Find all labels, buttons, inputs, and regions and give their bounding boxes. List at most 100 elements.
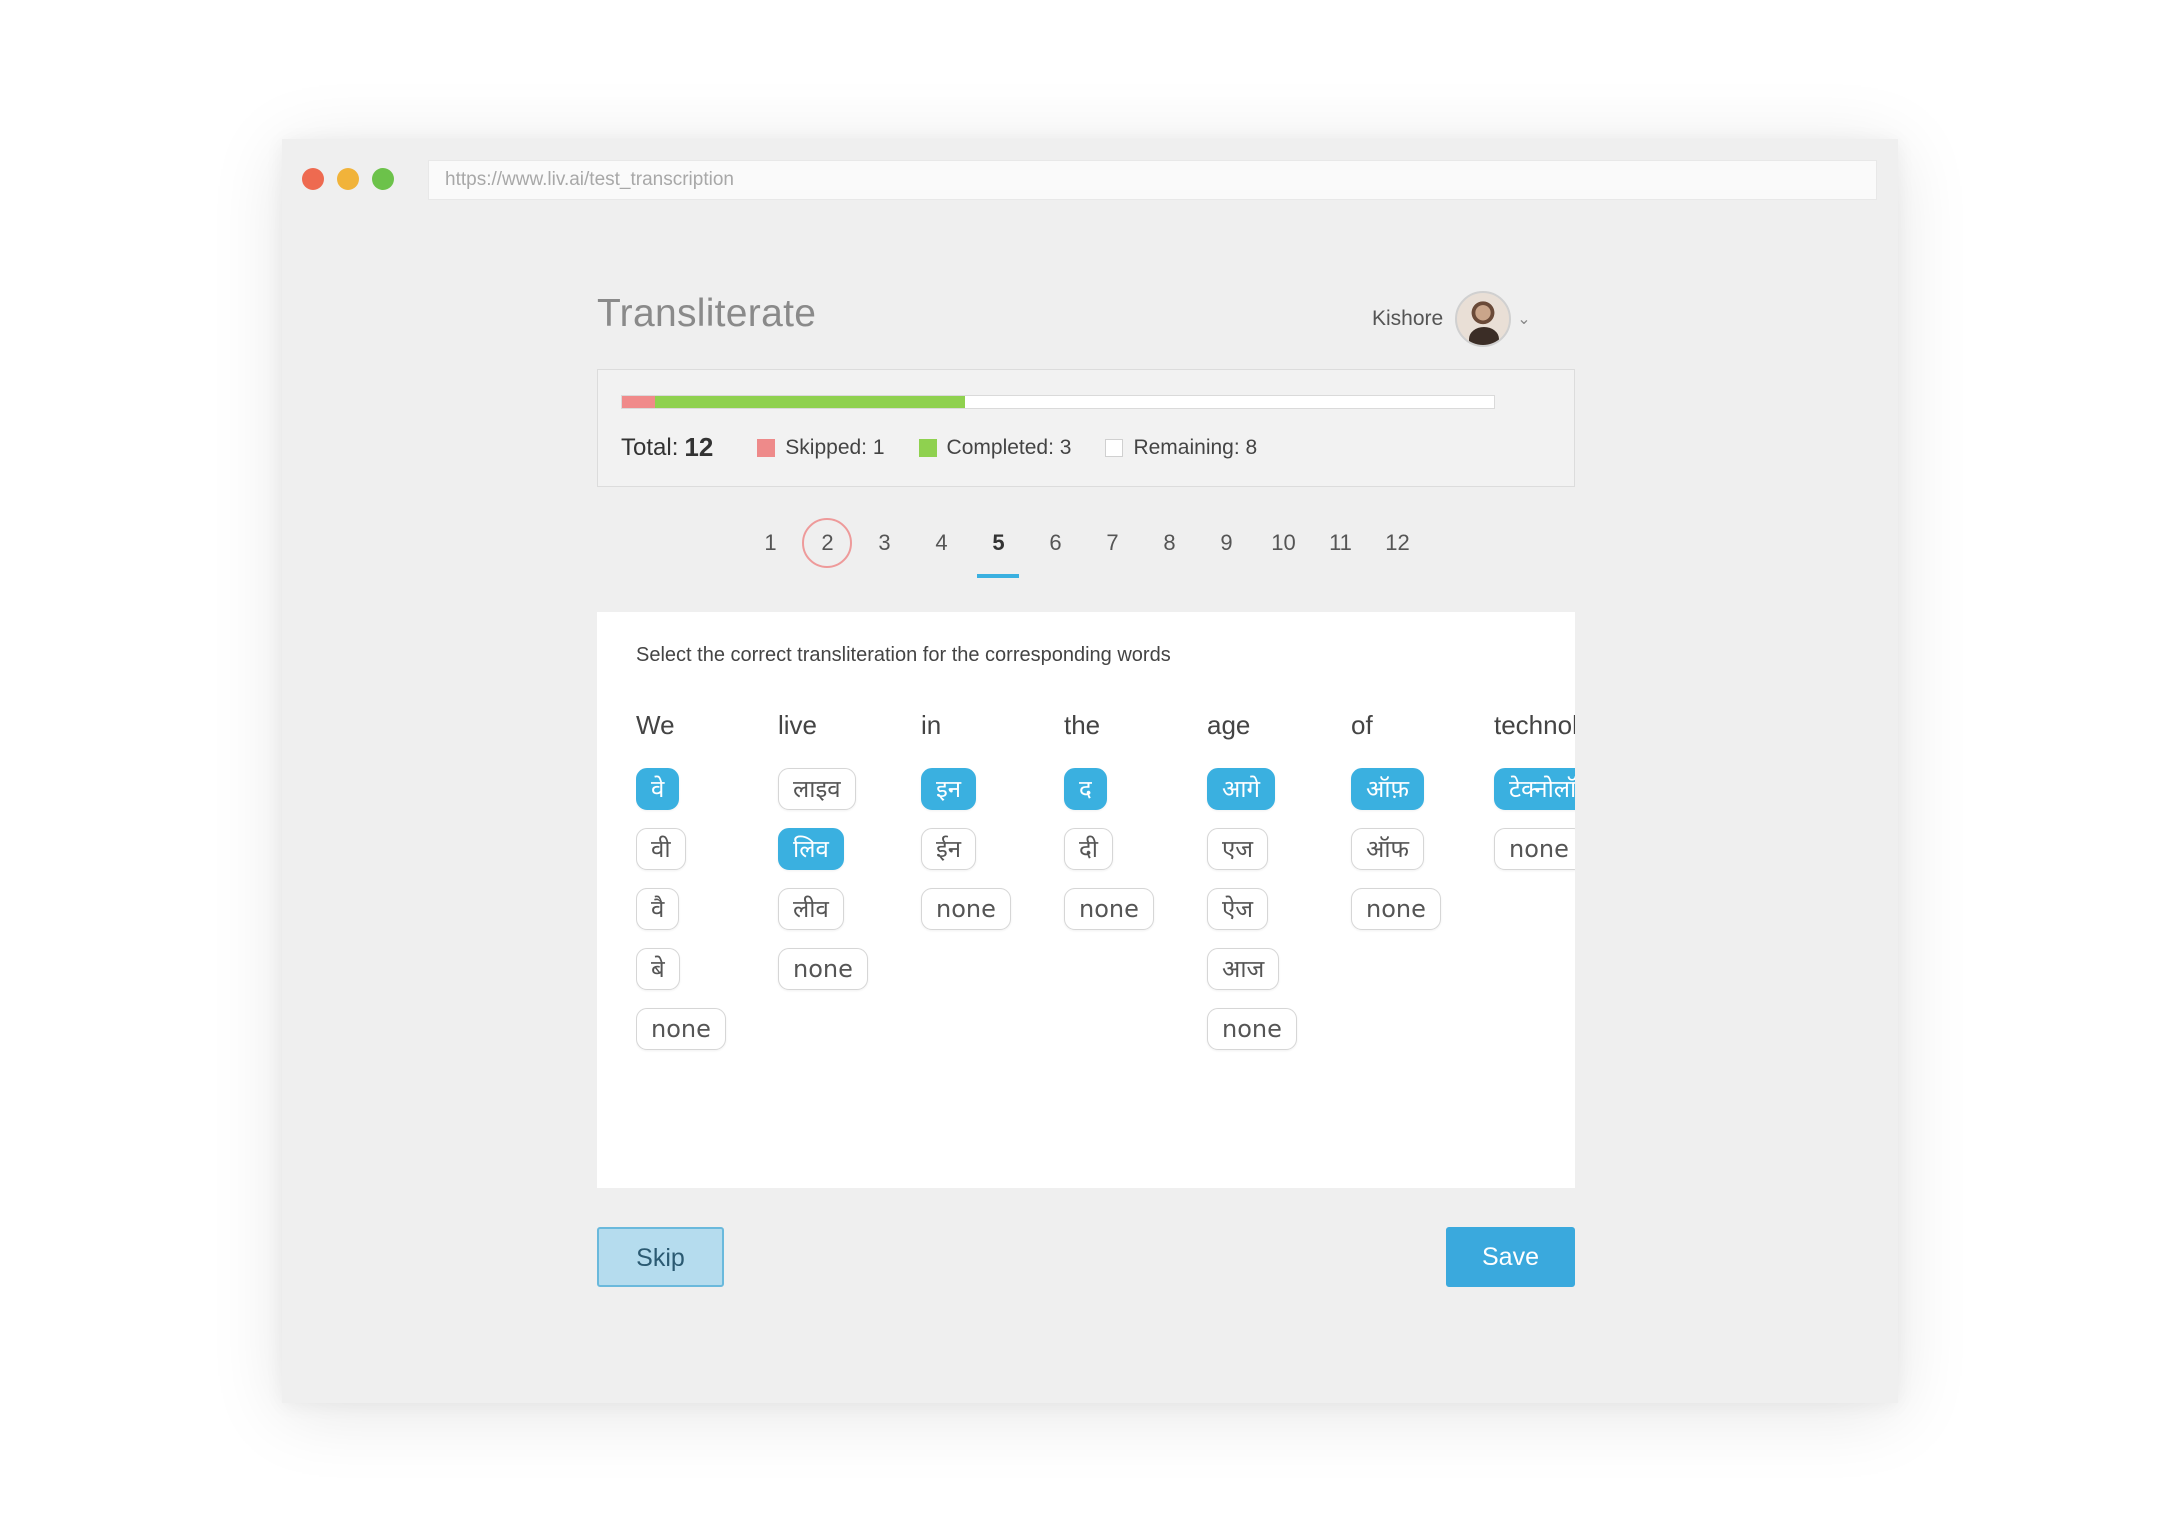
legend-skipped: Skipped: 1 xyxy=(757,435,885,460)
progress-skipped-segment xyxy=(622,396,656,408)
option-row: बे xyxy=(636,930,776,990)
option-chip[interactable]: लिव xyxy=(778,828,844,870)
option-chip[interactable]: वै xyxy=(636,888,680,930)
source-word: age xyxy=(1207,710,1251,740)
page-8[interactable]: 8 xyxy=(1141,513,1198,573)
option-row: वे xyxy=(636,750,776,810)
source-word: in xyxy=(921,710,942,740)
option-row: लाइव xyxy=(778,750,918,810)
option-chip[interactable]: आगे xyxy=(1207,768,1276,810)
url-bar[interactable]: https://www.liv.ai/test_transcription xyxy=(428,160,1877,200)
page-7[interactable]: 7 xyxy=(1084,513,1141,573)
option-chip[interactable]: ऑफ़ xyxy=(1351,768,1425,810)
option-chip[interactable]: इन xyxy=(921,768,977,810)
option-none-chip[interactable]: none xyxy=(1064,888,1154,930)
page-3[interactable]: 3 xyxy=(856,513,913,573)
remaining-label: Remaining: 8 xyxy=(1133,435,1258,459)
completed-swatch-icon xyxy=(918,438,937,457)
option-chip[interactable]: आज xyxy=(1207,948,1280,990)
option-chip[interactable]: द xyxy=(1064,768,1107,810)
source-word: live xyxy=(778,710,818,740)
page-10[interactable]: 10 xyxy=(1255,513,1312,573)
option-row: none xyxy=(636,990,776,1050)
option-chip[interactable]: ईन xyxy=(921,828,977,870)
total-value: 12 xyxy=(684,432,714,462)
save-button[interactable]: Save xyxy=(1446,1227,1575,1287)
source-word: the xyxy=(1064,710,1101,740)
option-chip[interactable]: लीव xyxy=(778,888,844,930)
word-column-we: We वे वी वै बे none xyxy=(636,710,776,1050)
legend-completed: Completed: 3 xyxy=(918,435,1072,460)
page-title: Transliterate xyxy=(597,292,817,335)
option-row: इन xyxy=(921,750,1061,810)
browser-window: https://www.liv.ai/test_transcription Tr… xyxy=(282,139,1898,1403)
maximize-window-button[interactable] xyxy=(372,168,394,190)
option-row: वी xyxy=(636,810,776,870)
option-row: आज xyxy=(1207,930,1347,990)
page-2[interactable]: 2 xyxy=(799,513,856,573)
total-label: Total: xyxy=(621,433,679,461)
question-pager: 1 2 3 4 5 6 7 8 9 10 11 12 xyxy=(742,513,1426,578)
word-column-of: of ऑफ़ ऑफ none xyxy=(1351,710,1491,930)
progress-legend: Total: 12 Skipped: 1 Completed: 3 Remain… xyxy=(621,432,1291,463)
page-6[interactable]: 6 xyxy=(1027,513,1084,573)
source-word: technology xyxy=(1494,710,1575,740)
completed-label: Completed: 3 xyxy=(946,435,1072,459)
instruction-text: Select the correct transliteration for t… xyxy=(636,644,1171,666)
option-chip[interactable]: वी xyxy=(636,828,686,870)
option-none-chip[interactable]: none xyxy=(1207,1008,1297,1050)
option-none-chip[interactable]: none xyxy=(921,888,1011,930)
option-row: वै xyxy=(636,870,776,930)
option-none-chip[interactable]: none xyxy=(1494,828,1575,870)
page-9[interactable]: 9 xyxy=(1198,513,1255,573)
option-row: ऑफ़ xyxy=(1351,750,1491,810)
option-chip[interactable]: ऐज xyxy=(1207,888,1269,930)
option-row: none xyxy=(1207,990,1347,1050)
option-row: none xyxy=(1351,870,1491,930)
option-chip[interactable]: लाइव xyxy=(778,768,856,810)
skipped-label: Skipped: 1 xyxy=(785,435,885,459)
option-row: none xyxy=(1064,870,1204,930)
word-column-technology: technology टेक्नोलॉजी none xyxy=(1494,710,1575,870)
option-row: आगे xyxy=(1207,750,1347,810)
word-column-age: age आगे एज ऐज आज none xyxy=(1207,710,1347,1050)
option-row: द xyxy=(1064,750,1204,810)
option-row: लिव xyxy=(778,810,918,870)
avatar[interactable] xyxy=(1455,291,1512,347)
option-none-chip[interactable]: none xyxy=(636,1008,726,1050)
close-window-button[interactable] xyxy=(302,168,324,190)
option-row: none xyxy=(1494,810,1575,870)
skip-button[interactable]: Skip xyxy=(597,1227,724,1287)
page-12[interactable]: 12 xyxy=(1369,513,1426,573)
legend-remaining: Remaining: 8 xyxy=(1105,436,1257,460)
option-chip[interactable]: टेक्नोलॉजी xyxy=(1494,768,1575,810)
option-row: ऑफ xyxy=(1351,810,1491,870)
page-11[interactable]: 11 xyxy=(1312,513,1369,573)
option-chip[interactable]: दी xyxy=(1064,828,1113,870)
progress-summary: Total: 12 Skipped: 1 Completed: 3 Remain… xyxy=(597,369,1575,487)
option-chip[interactable]: ऑफ xyxy=(1351,828,1425,870)
page-4[interactable]: 4 xyxy=(913,513,970,573)
chevron-down-icon[interactable]: ⌄ xyxy=(1517,309,1530,329)
minimize-window-button[interactable] xyxy=(337,168,359,190)
option-none-chip[interactable]: none xyxy=(778,948,868,990)
option-chip[interactable]: बे xyxy=(636,948,680,990)
source-word: of xyxy=(1351,710,1373,740)
skipped-swatch-icon xyxy=(757,438,776,457)
remaining-swatch-icon xyxy=(1105,438,1124,457)
page-1[interactable]: 1 xyxy=(742,513,799,573)
progress-completed-segment xyxy=(655,396,965,408)
page-5[interactable]: 5 xyxy=(970,513,1027,578)
option-row: लीव xyxy=(778,870,918,930)
option-chip[interactable]: वे xyxy=(636,768,680,810)
user-menu[interactable]: Kishore ⌄ xyxy=(1372,289,1531,349)
option-chip[interactable]: एज xyxy=(1207,828,1269,870)
option-row: टेक्नोलॉजी xyxy=(1494,750,1575,810)
option-row: ईन xyxy=(921,810,1061,870)
user-name: Kishore xyxy=(1372,307,1444,330)
word-column-the: the द दी none xyxy=(1064,710,1204,930)
word-column-live: live लाइव लिव लीव none xyxy=(778,710,918,990)
option-row: none xyxy=(778,930,918,990)
option-none-chip[interactable]: none xyxy=(1351,888,1441,930)
transliteration-panel: Select the correct transliteration for t… xyxy=(597,612,1575,1188)
